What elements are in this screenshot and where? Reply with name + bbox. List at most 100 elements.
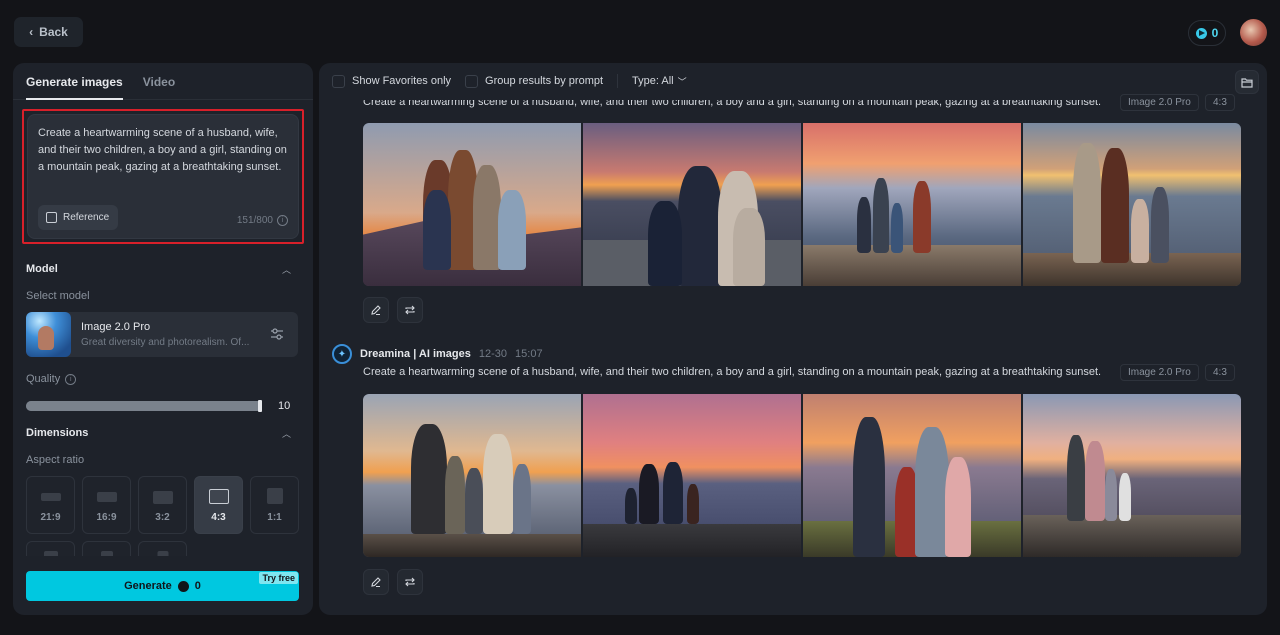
reference-label: Reference (63, 212, 110, 223)
dreamina-logo-icon: ✦ (332, 344, 352, 364)
chevron-up-icon[interactable]: ︿ (282, 427, 291, 440)
aspect-ratio-grid: 21:9 16:9 3:2 4:3 1:1 (26, 476, 301, 556)
credit-icon (177, 580, 189, 592)
group-date: 12-30 (478, 348, 508, 360)
generated-image[interactable] (363, 123, 581, 286)
model-thumbnail (26, 312, 71, 357)
group-time: 15:07 (515, 348, 543, 360)
chevron-up-icon[interactable]: ︿ (282, 263, 291, 276)
model-tag: Image 2.0 Pro (1120, 94, 1199, 111)
favorites-label[interactable]: Show Favorites only (352, 75, 451, 87)
pencil-icon (371, 305, 381, 316)
ratio-1-1[interactable]: 1:1 (250, 476, 299, 534)
info-icon[interactable]: i (277, 215, 288, 226)
ratio-21-9[interactable]: 21:9 (26, 476, 75, 534)
credits-count: 0 (1211, 26, 1219, 40)
ratio-shape-icon (43, 551, 58, 556)
back-button[interactable]: ‹ Back (14, 17, 83, 47)
generated-image[interactable] (363, 394, 581, 557)
group-by-prompt-checkbox[interactable] (465, 74, 479, 88)
image-add-icon (46, 212, 57, 223)
ratio-shape-icon (96, 492, 117, 502)
group-actions (363, 297, 423, 323)
folder-button[interactable] (1235, 70, 1259, 94)
chevron-down-icon: ﹀ (677, 76, 687, 87)
ratio-shape-icon (100, 551, 113, 556)
ratio-option[interactable] (82, 541, 131, 556)
model-description: Great diversity and photorealism. Of... (81, 337, 250, 348)
ratio-shape-icon (157, 551, 168, 556)
generated-image[interactable] (583, 123, 801, 286)
type-filter-dropdown[interactable]: Type: All ﹀ (632, 75, 687, 88)
results-panel: Show Favorites only Group results by pro… (319, 63, 1267, 615)
aspect-ratio-label: Aspect ratio (26, 454, 85, 466)
back-label: Back (39, 25, 68, 39)
image-row (363, 394, 1241, 557)
ratio-shape-icon (40, 493, 61, 501)
generated-image[interactable] (1023, 123, 1241, 286)
generated-image[interactable] (803, 394, 1021, 557)
type-filter-label: Type: All (632, 75, 674, 87)
edit-prompt-button[interactable] (363, 569, 389, 595)
select-model-label: Select model (26, 290, 90, 302)
ratio-option[interactable] (26, 541, 75, 556)
generated-image[interactable] (1023, 394, 1241, 557)
ratio-tag: 4:3 (1205, 364, 1235, 381)
ratio-shape-icon (152, 491, 173, 504)
prompt-text[interactable]: Create a heartwarming scene of a husband… (38, 125, 290, 176)
ratio-label: 1:1 (267, 512, 282, 523)
model-section-title: Model (26, 263, 58, 275)
generated-image[interactable] (803, 123, 1021, 286)
try-free-badge: Try free (259, 572, 298, 584)
regenerate-button[interactable] (397, 297, 423, 323)
mode-tabs: Generate images Video (13, 63, 313, 100)
group-prompt: Create a heartwarming scene of a husband… (363, 366, 1102, 378)
generated-image[interactable] (583, 394, 801, 557)
ratio-3-2[interactable]: 3:2 (138, 476, 187, 534)
model-name: Image 2.0 Pro (81, 321, 151, 333)
group-by-prompt-label[interactable]: Group results by prompt (485, 75, 603, 87)
generate-cost: 0 (194, 580, 201, 592)
quality-slider[interactable] (26, 400, 262, 412)
dimensions-section-title: Dimensions (26, 427, 89, 439)
group-header: ✦ Dreamina | AI images 12-30 15:07 (332, 344, 543, 364)
char-count: 151/800 i (237, 215, 288, 226)
ratio-label: 16:9 (96, 512, 117, 523)
group-actions (363, 569, 423, 595)
quality-label-row: Quality i (26, 373, 77, 385)
favorites-checkbox[interactable] (332, 74, 345, 88)
pencil-icon (371, 577, 381, 588)
prompt-input[interactable]: Create a heartwarming scene of a husband… (27, 114, 299, 239)
generation-panel: Generate images Video Create a heartwarm… (13, 63, 313, 615)
ratio-option[interactable] (138, 541, 187, 556)
ratio-4-3[interactable]: 4:3 (194, 476, 243, 534)
model-tag: Image 2.0 Pro (1120, 364, 1199, 381)
slider-handle[interactable] (258, 400, 262, 412)
repeat-icon (405, 305, 415, 315)
generate-button[interactable]: Generate 0 Try free (26, 571, 299, 601)
group-prompt: Create a heartwarming scene of a husband… (363, 96, 1102, 108)
tab-generate-images[interactable]: Generate images (26, 63, 123, 100)
user-avatar[interactable] (1240, 19, 1267, 46)
credit-icon (1195, 27, 1207, 39)
results-toolbar: Show Favorites only Group results by pro… (332, 73, 687, 89)
reference-button[interactable]: Reference (38, 205, 118, 230)
ratio-tag: 4:3 (1205, 94, 1235, 111)
regenerate-button[interactable] (397, 569, 423, 595)
ratio-label: 21:9 (40, 512, 61, 523)
ratio-label: 4:3 (211, 512, 226, 523)
ratio-shape-icon (208, 489, 229, 504)
folder-icon (1241, 77, 1253, 88)
info-icon[interactable]: i (65, 373, 77, 385)
quality-label: Quality (26, 373, 61, 385)
ratio-label: 3:2 (155, 512, 170, 523)
edit-prompt-button[interactable] (363, 297, 389, 323)
tab-video[interactable]: Video (143, 63, 175, 99)
model-selector[interactable]: Image 2.0 Pro Great diversity and photor… (26, 312, 298, 357)
credits-badge[interactable]: 0 (1188, 20, 1226, 46)
chevron-left-icon: ‹ (29, 25, 34, 39)
group-title: Dreamina | AI images (360, 348, 471, 360)
sliders-icon[interactable] (270, 327, 284, 341)
quality-value: 10 (278, 400, 291, 412)
ratio-16-9[interactable]: 16:9 (82, 476, 131, 534)
